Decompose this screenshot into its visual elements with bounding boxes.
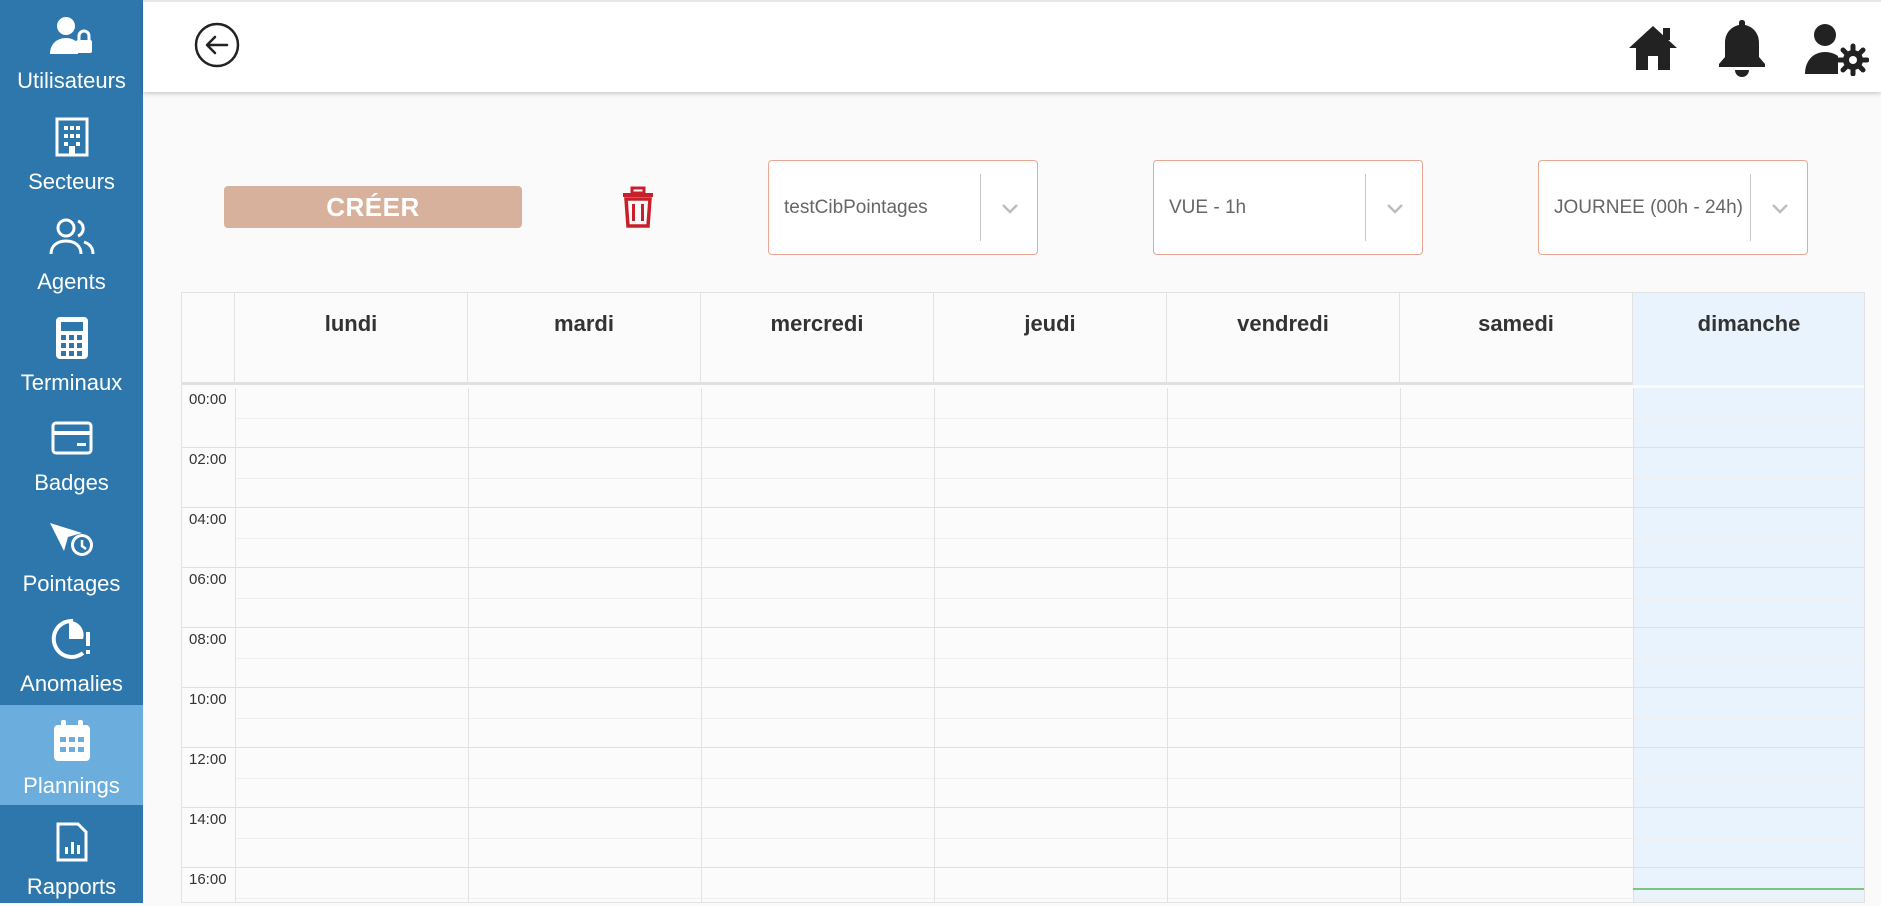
sidebar-item-terminaux[interactable]: Terminaux xyxy=(0,302,143,402)
column-divider xyxy=(235,388,236,902)
time-label: 06:00 xyxy=(189,571,227,588)
sidebar-item-anomalies[interactable]: Anomalies xyxy=(0,603,143,703)
current-time-indicator xyxy=(1633,888,1864,890)
select-separator xyxy=(1750,174,1751,241)
delete-button[interactable] xyxy=(617,186,659,228)
sidebar-item-label: Rapports xyxy=(26,874,117,899)
home-button[interactable] xyxy=(1627,22,1679,79)
arrow-left-circle-icon xyxy=(194,22,240,68)
time-label: 14:00 xyxy=(189,811,227,828)
planning-select[interactable]: testCibPointages xyxy=(768,160,1038,255)
time-slot[interactable]: 14:00 xyxy=(182,808,1864,868)
half-line xyxy=(235,778,1864,779)
half-line xyxy=(235,598,1864,599)
half-line xyxy=(235,898,1864,899)
time-slot[interactable]: 02:00 xyxy=(182,448,1864,508)
trash-icon xyxy=(623,186,653,228)
view-select-value: VUE - 1h xyxy=(1169,197,1247,218)
day-header-mercredi[interactable]: mercredi xyxy=(701,293,934,385)
sidebar-item-label: Utilisateurs xyxy=(17,68,126,93)
sidebar: Utilisateurs Secteurs Agents Terminaux B… xyxy=(0,0,143,903)
sidebar-item-pointages[interactable]: Pointages xyxy=(0,503,143,603)
users-lock-icon xyxy=(0,14,143,58)
day-header-lundi[interactable]: lundi xyxy=(235,293,468,385)
time-slot[interactable]: 04:00 xyxy=(182,508,1864,568)
create-button[interactable]: CRÉER xyxy=(224,186,522,228)
half-line xyxy=(235,838,1864,839)
time-label: 02:00 xyxy=(189,451,227,468)
calendar-header: lundi mardi mercredi jeudi vendredi same… xyxy=(182,293,1864,385)
half-line xyxy=(235,538,1864,539)
calendar-icon xyxy=(0,719,143,763)
top-bar xyxy=(143,0,1881,92)
column-divider xyxy=(934,388,935,902)
sidebar-item-label: Secteurs xyxy=(28,169,115,194)
day-header-dimanche[interactable]: dimanche xyxy=(1633,293,1864,385)
sidebar-item-agents[interactable]: Agents xyxy=(0,201,143,301)
column-divider xyxy=(701,388,702,902)
select-separator xyxy=(980,174,981,241)
time-slot[interactable]: 06:00 xyxy=(182,568,1864,628)
planning-select-value: testCibPointages xyxy=(784,197,928,218)
week-calendar: lundi mardi mercredi jeudi vendredi same… xyxy=(181,292,1865,903)
view-select[interactable]: VUE - 1h xyxy=(1153,160,1423,255)
user-settings-button[interactable] xyxy=(1803,22,1870,81)
half-line xyxy=(235,658,1864,659)
time-slot[interactable]: 00:00 xyxy=(182,388,1864,448)
time-label: 12:00 xyxy=(189,751,227,768)
card-icon xyxy=(0,416,143,460)
notifications-button[interactable] xyxy=(1716,16,1768,83)
time-slot[interactable]: 12:00 xyxy=(182,748,1864,808)
column-divider xyxy=(1633,388,1634,902)
sidebar-item-label: Terminaux xyxy=(20,370,123,395)
range-select[interactable]: JOURNEE (00h - 24h) xyxy=(1538,160,1808,255)
users-icon xyxy=(0,215,143,259)
anomaly-icon xyxy=(0,617,143,661)
day-header-vendredi[interactable]: vendredi xyxy=(1167,293,1400,385)
day-header-mardi[interactable]: mardi xyxy=(468,293,701,385)
chevron-down-icon xyxy=(1772,204,1788,214)
calendar-body[interactable]: 00:00 02:00 04:00 06:00 08:00 10:00 12:0… xyxy=(182,388,1864,902)
sidebar-item-label: Pointages xyxy=(22,571,121,596)
day-header-samedi[interactable]: samedi xyxy=(1400,293,1633,385)
bell-icon xyxy=(1719,20,1765,77)
select-separator xyxy=(1365,174,1366,241)
time-label: 08:00 xyxy=(189,631,227,648)
calculator-icon xyxy=(0,316,143,360)
chevron-down-icon xyxy=(1387,204,1403,214)
time-slot[interactable]: 08:00 xyxy=(182,628,1864,688)
time-slot[interactable]: 16:00 xyxy=(182,868,1864,902)
sidebar-item-rapports[interactable]: Rapports xyxy=(0,806,143,906)
building-icon xyxy=(0,115,143,159)
time-label: 00:00 xyxy=(189,391,227,408)
report-icon xyxy=(0,820,143,864)
sidebar-item-secteurs[interactable]: Secteurs xyxy=(0,101,143,201)
column-divider xyxy=(1400,388,1401,902)
home-icon xyxy=(1629,26,1677,70)
sidebar-item-label: Badges xyxy=(34,470,109,495)
half-line xyxy=(235,478,1864,479)
sidebar-item-label: Agents xyxy=(37,269,106,294)
day-header-jeudi[interactable]: jeudi xyxy=(934,293,1167,385)
sidebar-item-plannings[interactable]: Plannings xyxy=(0,705,143,805)
time-label: 04:00 xyxy=(189,511,227,528)
chevron-down-icon xyxy=(1002,204,1018,214)
back-button[interactable] xyxy=(194,22,240,68)
time-slot[interactable]: 10:00 xyxy=(182,688,1864,748)
column-divider xyxy=(468,388,469,902)
sidebar-item-label: Plannings xyxy=(23,773,120,798)
time-label: 10:00 xyxy=(189,691,227,708)
half-line xyxy=(235,718,1864,719)
half-line xyxy=(235,418,1864,419)
sidebar-item-label: Anomalies xyxy=(20,671,123,696)
time-label: 16:00 xyxy=(189,871,227,888)
column-divider xyxy=(1167,388,1168,902)
sidebar-item-badges[interactable]: Badges xyxy=(0,402,143,502)
clock-plane-icon xyxy=(0,517,143,561)
sidebar-item-utilisateurs[interactable]: Utilisateurs xyxy=(0,0,143,100)
user-cog-icon xyxy=(1805,24,1870,77)
time-gutter-header xyxy=(182,293,235,385)
range-select-value: JOURNEE (00h - 24h) xyxy=(1554,197,1744,218)
